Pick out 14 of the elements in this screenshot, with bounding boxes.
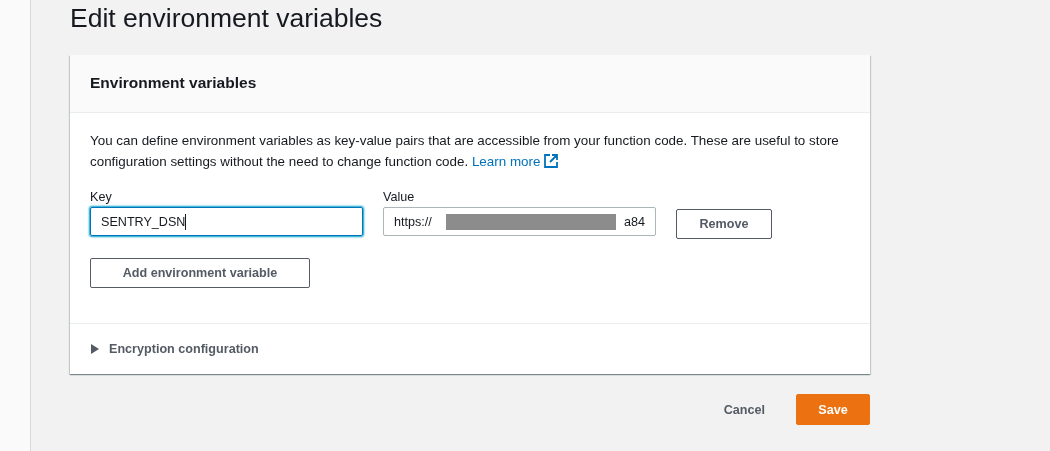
key-input[interactable]: SENTRY_DSN: [90, 207, 363, 236]
page-title: Edit environment variables: [70, 2, 384, 35]
cancel-button[interactable]: Cancel: [717, 401, 771, 418]
encryption-toggle[interactable]: Encryption configuration: [70, 324, 870, 374]
value-input[interactable]: https:// a84: [383, 207, 656, 236]
add-variable-button[interactable]: Add environment variable: [90, 258, 310, 288]
description-text: You can define environment variables as key-value pairs that are accessible from your function code. These are useful to store configuration settings without the need to change function code. Learn more: [90, 132, 840, 171]
learn-more-link[interactable]: Learn more: [471, 154, 559, 169]
value-label: Value: [383, 190, 416, 204]
encryption-label: Encryption configuration: [109, 341, 259, 356]
panel-title: Environment variables: [90, 74, 257, 91]
key-label: Key: [90, 190, 113, 204]
remove-button[interactable]: Remove: [676, 209, 772, 239]
external-link-icon: [544, 154, 559, 168]
